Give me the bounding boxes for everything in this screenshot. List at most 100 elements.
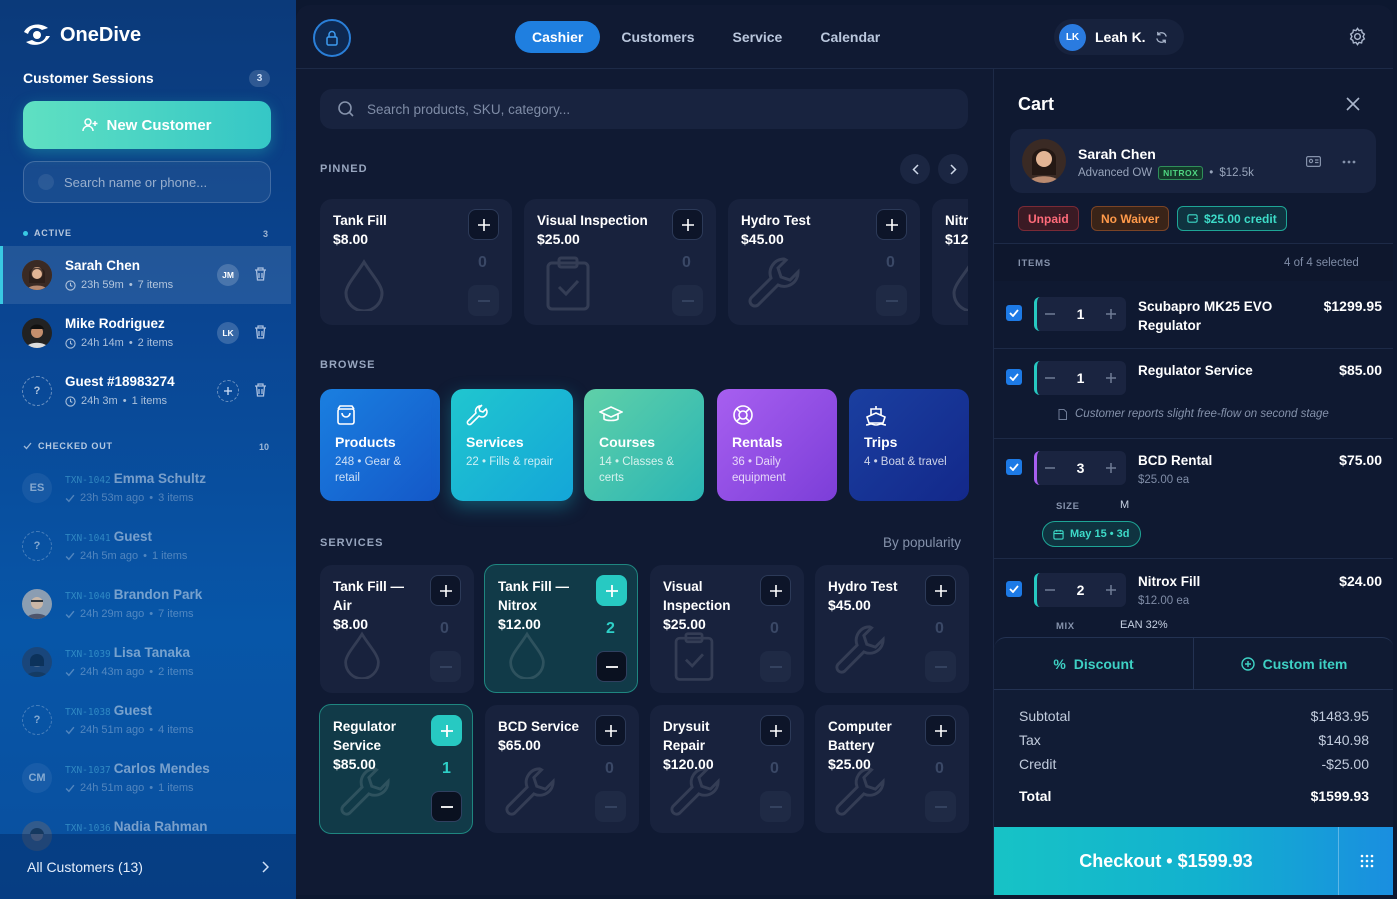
service-card-computer-battery[interactable]: Computer Battery $25.00 0 <box>815 705 969 833</box>
session-item-mike-rodriguez[interactable]: Mike Rodriguez 24h 14m • 2 items LK <box>0 304 291 362</box>
remove-button[interactable] <box>595 791 626 822</box>
remove-button[interactable] <box>760 651 791 682</box>
plus-icon[interactable] <box>1105 585 1116 595</box>
add-button[interactable] <box>760 715 791 746</box>
minus-icon[interactable] <box>1045 589 1055 591</box>
attr-value[interactable]: M <box>1120 499 1129 511</box>
customer-search-input[interactable]: Search name or phone... <box>23 161 271 203</box>
attr-value[interactable]: EAN 32% <box>1120 619 1168 631</box>
tab-calendar[interactable]: Calendar <box>803 21 897 53</box>
add-button[interactable] <box>430 575 461 606</box>
quantity-stepper[interactable]: 2 <box>1034 573 1126 607</box>
line-checkbox[interactable] <box>1006 581 1022 597</box>
active-section-label: ACTIVE <box>23 228 72 238</box>
wrench-icon <box>340 767 390 816</box>
ship-icon <box>865 406 887 426</box>
checkout-item[interactable]: ES TXN-1042 Emma Schultz 23h 53m ago • 3 it… <box>0 459 291 517</box>
browse-services[interactable]: Services 22 • Fills & repair <box>451 389 573 501</box>
plus-icon[interactable] <box>1105 463 1116 473</box>
checkout-item[interactable]: ? TXN-1038 Guest 24h 51m ago • 4 items <box>0 691 291 749</box>
id-card-icon[interactable] <box>1306 156 1321 167</box>
lock-button[interactable] <box>313 19 351 57</box>
custom-item-button[interactable]: Custom item <box>1194 638 1393 690</box>
add-button[interactable] <box>595 715 626 746</box>
service-card-tank-fill-air[interactable]: Tank Fill — Air $8.00 0 <box>320 565 474 693</box>
remove-button[interactable] <box>431 791 462 822</box>
tab-service[interactable]: Service <box>716 21 800 53</box>
remove-button[interactable] <box>925 651 956 682</box>
more-icon[interactable] <box>1342 160 1356 164</box>
service-card-visual-inspection[interactable]: Visual Inspection $25.00 0 <box>650 565 804 693</box>
minus-icon[interactable] <box>1045 313 1055 315</box>
trash-icon[interactable] <box>253 382 268 398</box>
service-card-tank-fill-nitrox[interactable]: Tank Fill — Nitrox $12.00 2 <box>484 564 638 693</box>
tab-cashier[interactable]: Cashier <box>515 21 601 53</box>
document-icon <box>1058 408 1067 420</box>
pinned-prev-button[interactable] <box>900 154 930 184</box>
pinned-next-button[interactable] <box>938 154 968 184</box>
minus-icon[interactable] <box>1045 467 1055 469</box>
pinned-card-visual-inspection[interactable]: Visual Inspection $25.00 0 <box>524 199 716 325</box>
close-icon[interactable] <box>1346 97 1360 111</box>
remove-button[interactable] <box>596 651 627 682</box>
remove-button[interactable] <box>925 791 956 822</box>
tab-customers[interactable]: Customers <box>604 21 711 53</box>
discount-button[interactable]: % Discount <box>994 638 1194 690</box>
add-button[interactable] <box>596 575 627 606</box>
remove-button[interactable] <box>468 285 499 316</box>
add-button[interactable] <box>468 209 499 240</box>
remove-button[interactable] <box>430 651 461 682</box>
remove-button[interactable] <box>672 285 703 316</box>
browse-products[interactable]: Products 248 • Gear & retail <box>320 389 440 501</box>
minus-icon[interactable] <box>1045 377 1055 379</box>
user-switcher[interactable]: LK Leah K. <box>1054 19 1184 55</box>
quantity-stepper[interactable]: 1 <box>1034 361 1126 395</box>
all-customers-link[interactable]: All Customers (13) <box>0 834 296 899</box>
product-search-input[interactable]: Search products, SKU, category... <box>320 89 968 129</box>
remove-button[interactable] <box>760 791 791 822</box>
catalog-area: Search products, SKU, category... PINNED… <box>296 69 993 895</box>
line-checkbox[interactable] <box>1006 369 1022 385</box>
add-button[interactable] <box>876 209 907 240</box>
service-card-hydro-test[interactable]: Hydro Test $45.00 0 <box>815 565 969 693</box>
keypad-button[interactable] <box>1338 827 1393 895</box>
pinned-card-tank-fill[interactable]: Tank Fill $8.00 0 <box>320 199 512 325</box>
browse-rentals[interactable]: Rentals 36 • Daily equipment <box>717 389 837 501</box>
line-checkbox[interactable] <box>1006 305 1022 321</box>
checkout-button[interactable]: Checkout • $1599.93 <box>994 827 1338 895</box>
cart-customer-card[interactable]: Sarah Chen Advanced OW NITROX • $12.5k <box>1010 129 1376 193</box>
quantity-stepper[interactable]: 1 <box>1034 297 1126 331</box>
checkout-item[interactable]: ? TXN-1041 Guest 24h 5m ago • 1 items <box>0 517 291 575</box>
checkout-item[interactable]: TXN-1039 Lisa Tanaka 24h 43m ago • 2 items <box>0 633 291 691</box>
new-customer-button[interactable]: New Customer <box>23 101 271 149</box>
trash-icon[interactable] <box>253 324 268 340</box>
checkout-item[interactable]: TXN-1040 Brandon Park 24h 29m ago • 7 items <box>0 575 291 633</box>
assign-staff-button[interactable] <box>217 380 239 402</box>
plus-icon[interactable] <box>1105 373 1116 383</box>
session-name: Sarah Chen <box>65 258 141 273</box>
browse-trips[interactable]: Trips 4 • Boat & travel <box>849 389 969 501</box>
quantity-stepper[interactable]: 3 <box>1034 451 1126 485</box>
line-checkbox[interactable] <box>1006 459 1022 475</box>
service-card-regulator-service[interactable]: Regulator Service $85.00 1 <box>319 704 473 834</box>
remove-button[interactable] <box>876 285 907 316</box>
sort-by-popularity[interactable]: By popularity <box>883 535 961 550</box>
session-item-sarah-chen[interactable]: Sarah Chen 23h 59m • 7 items JM <box>0 246 291 304</box>
add-button[interactable] <box>760 575 791 606</box>
rental-dates-chip[interactable]: May 15 • 3d <box>1042 521 1141 547</box>
service-card-bcd-service[interactable]: BCD Service $65.00 0 <box>485 705 639 833</box>
plus-icon[interactable] <box>1105 309 1116 319</box>
gear-icon[interactable] <box>1348 27 1367 46</box>
add-button[interactable] <box>431 715 462 746</box>
pinned-card-hydro-test[interactable]: Hydro Test $45.00 0 <box>728 199 920 325</box>
browse-courses[interactable]: Courses 14 • Classes & certs <box>584 389 704 501</box>
service-card-drysuit-repair[interactable]: Drysuit Repair $120.00 0 <box>650 705 804 833</box>
checkout-item[interactable]: CM TXN-1037 Carlos Mendes 24h 51m ago • 1 i… <box>0 749 291 807</box>
add-button[interactable] <box>925 715 956 746</box>
minus-icon <box>885 299 898 302</box>
pinned-card-nitrox[interactable]: Nitr $12 <box>932 199 968 325</box>
session-item-guest[interactable]: ? Guest #18983274 24h 3m • 1 items <box>0 362 291 420</box>
add-button[interactable] <box>925 575 956 606</box>
add-button[interactable] <box>672 209 703 240</box>
trash-icon[interactable] <box>253 266 268 282</box>
